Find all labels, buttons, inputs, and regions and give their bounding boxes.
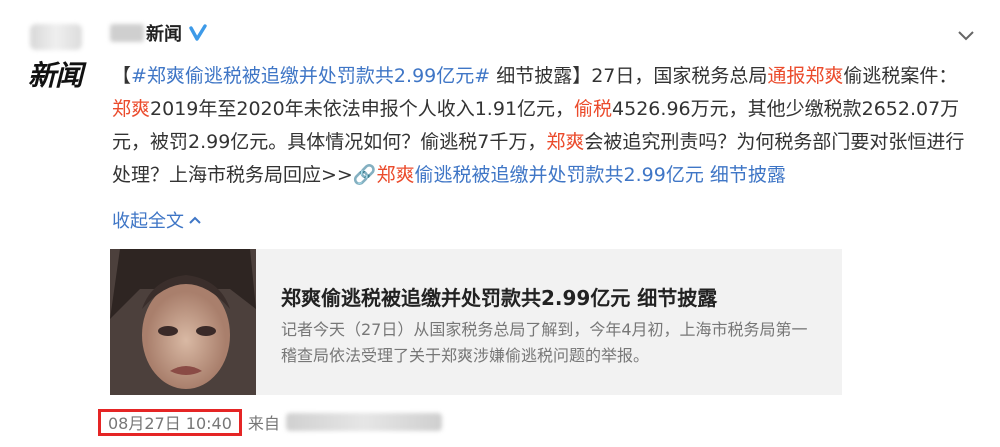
hashtag-link[interactable]: #郑爽偷逃税被追缴并处罚款共2.99亿元# xyxy=(131,65,490,87)
avatar-blur xyxy=(30,24,82,50)
verified-badge-icon xyxy=(188,23,208,43)
hashtag-link[interactable]: 偷逃税被追缴并处罚款共2.99亿元 细节披露 xyxy=(415,164,786,186)
source-blur xyxy=(285,413,442,431)
highlight-text[interactable]: 郑爽 xyxy=(112,98,150,120)
content-text: 2019年至2020年未依法申报个人收入1.91亿元， xyxy=(150,98,575,120)
chevron-down-icon[interactable] xyxy=(956,28,976,42)
highlight-text[interactable]: 郑爽 xyxy=(546,131,584,153)
link-icon[interactable]: 🔗 xyxy=(353,164,377,186)
username[interactable]: 新闻 xyxy=(146,20,182,46)
post-content: 【#郑爽偷逃税被追缴并处罚款共2.99亿元# 细节披露】27日，国家税务总局通报… xyxy=(112,60,972,192)
collapse-button[interactable]: 收起全文 xyxy=(112,207,202,233)
avatar-text: 新闻 xyxy=(28,59,83,92)
avatar[interactable]: 新闻 xyxy=(28,22,92,92)
highlight-text[interactable]: 郑爽 xyxy=(377,164,415,186)
card-title: 郑爽偷逃税被追缴并处罚款共2.99亿元 细节披露 xyxy=(281,286,718,310)
content-text: 【 xyxy=(112,65,132,87)
from-label: 来自 xyxy=(247,414,280,433)
collapse-up-icon xyxy=(188,215,202,225)
timestamp[interactable]: 08月27日 10:40 xyxy=(98,408,242,436)
post-header: 新闻 xyxy=(110,18,208,48)
card-summary: 记者今天（27日）从国家税务总局了解到，今年4月初，上海市税务局第一稽查局依法受… xyxy=(281,320,808,365)
highlight-text[interactable]: 偷税 xyxy=(574,98,612,120)
content-text: 偷逃税案件： xyxy=(843,65,958,87)
card-thumbnail-image xyxy=(110,249,256,395)
highlight-text[interactable]: 通报郑爽 xyxy=(767,65,843,87)
username-blur xyxy=(110,24,144,42)
collapse-label: 收起全文 xyxy=(112,211,184,232)
link-card[interactable]: 郑爽偷逃税被追缴并处罚款共2.99亿元 细节披露 记者今天（27日）从国家税务总… xyxy=(110,249,842,395)
post-meta: 08月27日 10:40 来自 xyxy=(98,405,442,439)
content-text: 细节披露】27日，国家税务总局 xyxy=(490,65,768,87)
